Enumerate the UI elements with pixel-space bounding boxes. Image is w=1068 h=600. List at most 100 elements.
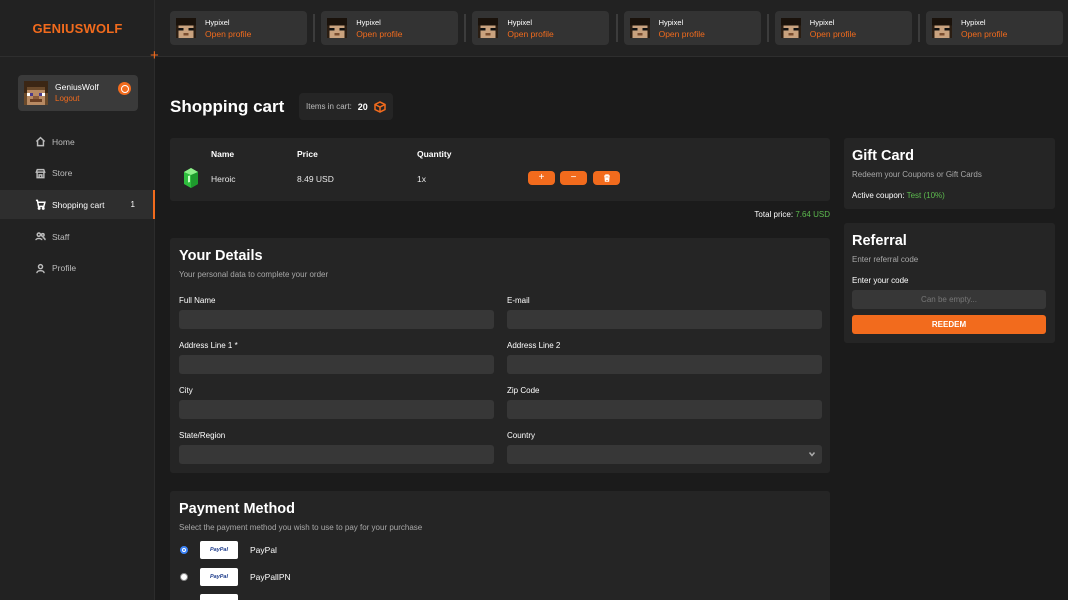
open-profile-link[interactable]: Open profile	[961, 28, 1007, 40]
target-icon[interactable]	[118, 82, 131, 95]
player-head-icon	[629, 18, 650, 38]
cart-count-badge: 1	[130, 200, 135, 210]
delete-item-button[interactable]	[593, 171, 620, 185]
sidebar-item-staff[interactable]: Staff	[0, 222, 155, 251]
server-name: Hypixel	[961, 17, 986, 27]
server-card[interactable]: Hypixel Open profile	[472, 11, 610, 45]
open-profile-link[interactable]: Open profile	[810, 28, 856, 40]
sidebar-item-label: Staff	[52, 231, 70, 242]
sidebar-item-label: Profile	[52, 263, 77, 274]
open-profile-link[interactable]: Open profile	[507, 28, 553, 40]
user-icon	[36, 263, 45, 274]
payment-radio-paypal[interactable]	[180, 546, 188, 554]
country-select[interactable]	[507, 445, 822, 464]
payment-method-name: PayPal	[250, 545, 277, 555]
increase-quantity-button[interactable]: +	[528, 171, 555, 185]
sidebar-item-store[interactable]: Store	[0, 159, 155, 188]
zip-code-label: Zip Code	[507, 386, 540, 395]
state-region-label: State/Region	[179, 431, 226, 440]
player-head-icon	[478, 18, 499, 38]
logout-link[interactable]: Logout	[55, 93, 99, 104]
address-line-1-label: Address Line 1 *	[179, 341, 238, 350]
server-separator	[464, 14, 467, 42]
state-region-input[interactable]	[179, 445, 494, 464]
payment-option-paypallpn[interactable]: PayPal PayPallPN	[180, 568, 291, 586]
sidebar-item-shopping-cart[interactable]: Shopping cart 1	[0, 190, 155, 220]
gift-card-title: Gift Card	[852, 148, 915, 164]
plus-icon: +	[150, 47, 159, 64]
server-name: Hypixel	[658, 17, 684, 27]
sidebar-item-profile[interactable]: Profile	[0, 254, 155, 283]
emerald-gem-icon	[184, 168, 198, 188]
sidebar-item-label: Shopping cart	[52, 199, 105, 210]
sidebar: GENIUSWOLF GeniusWolf Logout Home Store …	[0, 0, 155, 600]
email-input[interactable]	[507, 310, 822, 329]
open-profile-link[interactable]: Open profile	[205, 28, 251, 40]
chevron-down-icon	[808, 452, 816, 457]
player-head-icon	[932, 18, 952, 38]
gift-card-panel: Gift Card Redeem your Coupons or Gift Ca…	[844, 138, 1055, 209]
redeem-button[interactable]: REEDEM	[852, 315, 1046, 334]
full-name-input[interactable]	[179, 310, 494, 329]
details-subtitle: Your personal data to complete your orde…	[179, 270, 329, 279]
player-head-icon	[327, 18, 348, 38]
users-icon	[35, 232, 46, 241]
city-input[interactable]	[179, 400, 494, 419]
server-card[interactable]: Hypixel Open profile	[321, 11, 459, 45]
items-in-cart-pill: Items in cart: 20	[299, 93, 393, 120]
sidebar-nav: Home Store Shopping cart 1 Staff Profile	[0, 127, 155, 285]
open-profile-link[interactable]: Open profile	[659, 28, 705, 40]
box-icon	[374, 100, 386, 113]
server-separator	[766, 14, 769, 42]
active-coupon-value: Test (10%)	[906, 191, 945, 200]
payment-radio-paypallpn[interactable]	[180, 573, 188, 581]
sidebar-item-label: Store	[52, 168, 73, 179]
server-card[interactable]: Hypixel Open profile	[774, 11, 912, 45]
server-separator	[313, 14, 316, 42]
user-name: GeniusWolf	[55, 82, 99, 92]
paypal-logo: PayPal	[200, 541, 238, 559]
cart-table: Name Price Quantity Heroic 8.49 USD 1x +…	[170, 138, 830, 201]
cart-icon	[35, 200, 46, 211]
your-details-panel: Your Details Your personal data to compl…	[170, 238, 830, 473]
payment-subtitle: Select the payment method you wish to us…	[179, 523, 423, 532]
open-profile-link[interactable]: Open profile	[356, 28, 402, 40]
total-price-label: Total price:	[754, 210, 794, 219]
items-in-cart-label: Items in cart:	[306, 102, 352, 111]
zip-code-input[interactable]	[507, 400, 822, 419]
address-line-1-input[interactable]	[179, 355, 494, 374]
gift-card-subtitle: Redeem your Coupons or Gift Cards	[852, 170, 982, 179]
server-name: Hypixel	[809, 17, 835, 27]
avatar	[24, 81, 48, 105]
server-card[interactable]: Hypixel Open profile	[170, 11, 307, 45]
cart-item-quantity: 1x	[417, 174, 426, 184]
server-card[interactable]: Hypixel Open profile	[623, 11, 761, 45]
referral-panel: Referral Enter referral code Enter your …	[844, 223, 1055, 343]
referral-code-input[interactable]	[852, 290, 1046, 309]
column-header-quantity: Quantity	[417, 149, 452, 159]
server-card[interactable]: Hypixel Open profile	[926, 11, 1063, 45]
country-label: Country	[507, 431, 536, 440]
cart-item-price: 8.49 USD	[297, 174, 334, 184]
items-in-cart-count: 20	[357, 101, 368, 112]
server-separator	[918, 14, 920, 42]
total-price: Total price: 7.64 USD	[754, 210, 830, 219]
email-label: E-mail	[507, 296, 530, 305]
address-line-2-input[interactable]	[507, 355, 822, 374]
decrease-quantity-button[interactable]: −	[560, 171, 587, 185]
address-line-2-label: Address Line 2	[507, 341, 561, 350]
brand-logo[interactable]: GENIUSWOLF	[0, 0, 155, 57]
full-name-label: Full Name	[179, 296, 216, 305]
payment-option-paypal[interactable]: PayPal PayPal	[180, 541, 277, 559]
payment-method-name: PayPallPN	[250, 572, 291, 582]
active-coupon: Active coupon: Test (10%)	[852, 191, 945, 200]
player-head-icon	[176, 18, 196, 38]
total-price-value: 7.64 USD	[795, 210, 830, 219]
sidebar-item-home[interactable]: Home	[0, 127, 155, 156]
server-name: Hypixel	[356, 17, 381, 27]
referral-title: Referral	[852, 233, 907, 249]
referral-subtitle: Enter referral code	[852, 255, 919, 264]
user-card[interactable]: GeniusWolf Logout	[18, 75, 138, 111]
column-header-name: Name	[211, 149, 235, 159]
page-title: Shopping cart	[170, 97, 285, 116]
